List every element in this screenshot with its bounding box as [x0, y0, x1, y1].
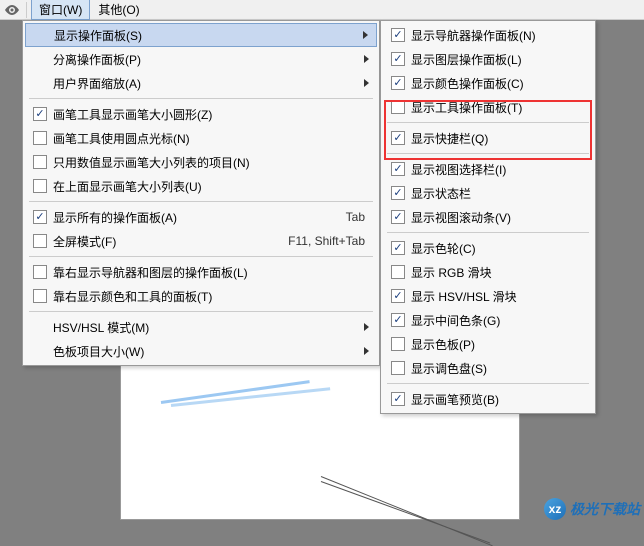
menu-nav-panel[interactable]: 显示导航器操作面板(N)	[383, 23, 593, 47]
menu-other[interactable]: 其他(O)	[90, 0, 147, 20]
menu-palette[interactable]: 显示色板(P)	[383, 332, 593, 356]
checkbox-icon	[391, 28, 405, 42]
menu-palette-size[interactable]: 色板项目大小(W)	[25, 339, 377, 363]
menu-layer-panel[interactable]: 显示图层操作面板(L)	[383, 47, 593, 71]
menubar: 窗口(W) 其他(O)	[0, 0, 644, 20]
checkbox-icon	[33, 234, 47, 248]
checkbox-icon	[391, 361, 405, 375]
menu-color-disk[interactable]: 显示调色盘(S)	[383, 356, 593, 380]
checkbox-icon	[391, 76, 405, 90]
checkbox-icon	[391, 265, 405, 279]
eye-icon	[4, 2, 20, 18]
menu-ui-zoom[interactable]: 用户界面缩放(A)	[25, 71, 377, 95]
menu-color-panel[interactable]: 显示颜色操作面板(C)	[383, 71, 593, 95]
checkbox-icon	[391, 131, 405, 145]
checkbox-icon	[391, 337, 405, 351]
menu-brush-circle[interactable]: 画笔工具显示画笔大小圆形(Z)	[25, 102, 377, 126]
checkbox-icon	[391, 313, 405, 327]
menu-view-selector[interactable]: 显示视图选择栏(I)	[383, 157, 593, 181]
menu-show-panel[interactable]: 显示操作面板(S)	[25, 23, 377, 47]
menu-quickbar[interactable]: 显示快捷栏(Q)	[383, 126, 593, 150]
chevron-right-icon	[364, 55, 369, 63]
menu-statusbar[interactable]: 显示状态栏	[383, 181, 593, 205]
menu-window[interactable]: 窗口(W)	[31, 0, 90, 20]
menu-hsv-slider[interactable]: 显示 HSV/HSL 滑块	[383, 284, 593, 308]
logo-icon: xz	[544, 498, 566, 520]
checkbox-icon	[391, 52, 405, 66]
checkbox-icon	[33, 155, 47, 169]
menu-only-num[interactable]: 只用数值显示画笔大小列表的项目(N)	[25, 150, 377, 174]
menu-right-nav-layer[interactable]: 靠右显示导航器和图层的操作面板(L)	[25, 260, 377, 284]
checkbox-icon	[33, 107, 47, 121]
checkbox-icon	[391, 100, 405, 114]
menu-detach-panel[interactable]: 分离操作面板(P)	[25, 47, 377, 71]
chevron-right-icon	[363, 31, 368, 39]
submenu-show-panel: 显示导航器操作面板(N) 显示图层操作面板(L) 显示颜色操作面板(C) 显示工…	[380, 20, 596, 414]
checkbox-icon	[391, 186, 405, 200]
checkbox-icon	[391, 289, 405, 303]
menu-tool-panel[interactable]: 显示工具操作面板(T)	[383, 95, 593, 119]
watermark: xz 极光下载站	[544, 498, 640, 520]
menu-hsv-mode[interactable]: HSV/HSL 模式(M)	[25, 315, 377, 339]
menu-right-color-tool[interactable]: 靠右显示颜色和工具的面板(T)	[25, 284, 377, 308]
chevron-right-icon	[364, 79, 369, 87]
menu-scrollbar[interactable]: 显示视图滚动条(V)	[383, 205, 593, 229]
chevron-right-icon	[364, 323, 369, 331]
checkbox-icon	[33, 179, 47, 193]
dropdown-window: 显示操作面板(S) 分离操作面板(P) 用户界面缩放(A) 画笔工具显示画笔大小…	[22, 20, 380, 366]
checkbox-icon	[391, 162, 405, 176]
menu-brush-preview[interactable]: 显示画笔预览(B)	[383, 387, 593, 411]
menu-brush-dot[interactable]: 画笔工具使用圆点光标(N)	[25, 126, 377, 150]
menu-show-all-panels[interactable]: 显示所有的操作面板(A) Tab	[25, 205, 377, 229]
menu-above-list[interactable]: 在上面显示画笔大小列表(U)	[25, 174, 377, 198]
checkbox-icon	[33, 265, 47, 279]
menu-rgb-slider[interactable]: 显示 RGB 滑块	[383, 260, 593, 284]
menu-mid-strip[interactable]: 显示中间色条(G)	[383, 308, 593, 332]
chevron-right-icon	[364, 347, 369, 355]
checkbox-icon	[391, 210, 405, 224]
checkbox-icon	[33, 210, 47, 224]
checkbox-icon	[391, 241, 405, 255]
checkbox-icon	[33, 289, 47, 303]
menu-fullscreen[interactable]: 全屏模式(F) F11, Shift+Tab	[25, 229, 377, 253]
menu-color-wheel[interactable]: 显示色轮(C)	[383, 236, 593, 260]
checkbox-icon	[391, 392, 405, 406]
checkbox-icon	[33, 131, 47, 145]
